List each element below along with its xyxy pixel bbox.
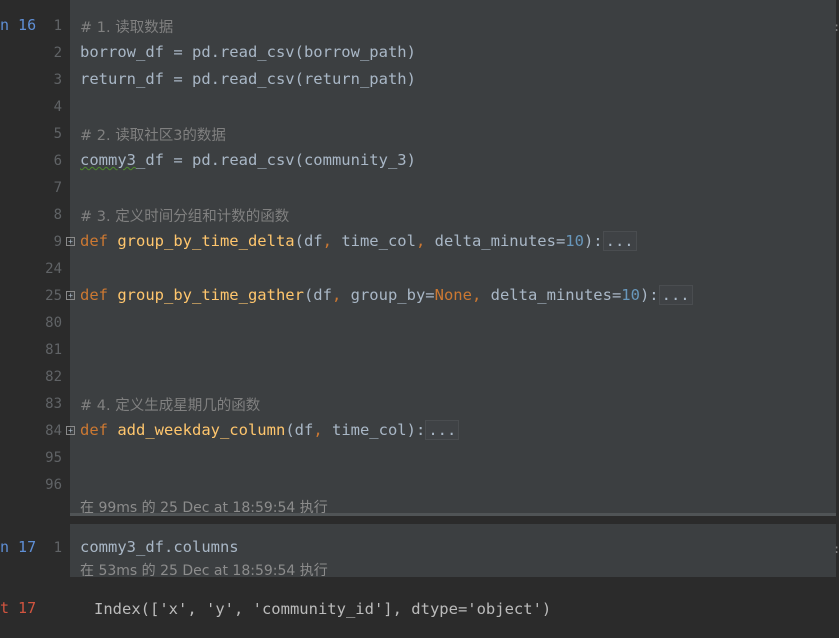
line-number: 84 — [45, 423, 62, 439]
code-line-84[interactable]: def add_weekday_column(df, time_col):... — [80, 420, 460, 440]
line-number: 5 — [53, 126, 62, 142]
fold-expand-icon[interactable]: + — [66, 291, 75, 300]
cell-output: Index(['x', 'y', 'community_id'], dtype=… — [94, 600, 552, 618]
line-number: 83 — [45, 396, 62, 412]
code-line-3[interactable]: return_df = pd.read_csv(return_path) — [80, 70, 416, 88]
function-def: def group_by_time_gather(df, group_by=No… — [80, 285, 693, 305]
line-number: 2 — [53, 45, 62, 61]
line-number: 1 — [53, 540, 62, 556]
execution-info: 在 99ms 的 25 Dec at 18:59:54 执行 — [80, 500, 328, 516]
comment: # 3. 定义时间分组和计数的函数 — [80, 209, 290, 225]
code-line-8[interactable]: # 3. 定义时间分组和计数的函数 — [80, 205, 289, 226]
code-line-83[interactable]: # 4. 定义生成星期几的函数 — [80, 394, 260, 415]
code-line-2[interactable]: borrow_df = pd.read_csv(borrow_path) — [80, 43, 416, 61]
scroll-marker: : — [833, 542, 839, 556]
code-text: commy3_df = pd.read_csv(community_3) — [80, 151, 416, 169]
line-number: 4 — [53, 99, 62, 115]
output-prompt: t 17 — [0, 599, 37, 617]
code-text: return_df = pd.read_csv(return_path) — [80, 70, 416, 88]
line-number: 80 — [45, 315, 62, 331]
line-number: 1 — [53, 18, 62, 34]
line-number: 7 — [53, 180, 62, 196]
fold-expand-icon[interactable]: + — [66, 426, 75, 435]
comment: # 2. 读取社区3的数据 — [80, 128, 226, 144]
line-number: 81 — [45, 342, 62, 358]
code-text: borrow_df = pd.read_csv(borrow_path) — [80, 43, 416, 61]
line-number: 9 — [53, 234, 62, 250]
code-line-6[interactable]: commy3_df = pd.read_csv(community_3) — [80, 151, 416, 169]
code-line-1[interactable]: # 1. 读取数据 — [80, 16, 173, 37]
line-number: 82 — [45, 369, 62, 385]
line-number: 8 — [53, 207, 62, 223]
cell-gap — [70, 516, 836, 524]
line-number: 6 — [53, 153, 62, 169]
comment: # 1. 读取数据 — [80, 20, 174, 36]
code-line-25[interactable]: def group_by_time_gather(df, group_by=No… — [80, 285, 693, 305]
fold-expand-icon[interactable]: + — [66, 237, 75, 246]
code-line-1[interactable]: commy3_df.columns — [80, 538, 239, 556]
function-def: def group_by_time_delta(df, time_col, de… — [80, 231, 637, 251]
line-number: 25 — [45, 288, 62, 304]
line-number: 24 — [45, 261, 62, 277]
line-number: 3 — [53, 72, 62, 88]
line-number: 95 — [45, 450, 62, 466]
function-def: def add_weekday_column(df, time_col):... — [80, 420, 460, 440]
scroll-marker: : — [833, 20, 839, 34]
code-line-9[interactable]: def group_by_time_delta(df, time_col, de… — [80, 231, 637, 251]
code-text: commy3_df.columns — [80, 538, 239, 556]
code-line-5[interactable]: # 2. 读取社区3的数据 — [80, 124, 226, 145]
execution-info: 在 53ms 的 25 Dec at 18:59:54 执行 — [80, 563, 328, 579]
line-number: 96 — [45, 477, 62, 493]
comment: # 4. 定义生成星期几的函数 — [80, 398, 261, 414]
